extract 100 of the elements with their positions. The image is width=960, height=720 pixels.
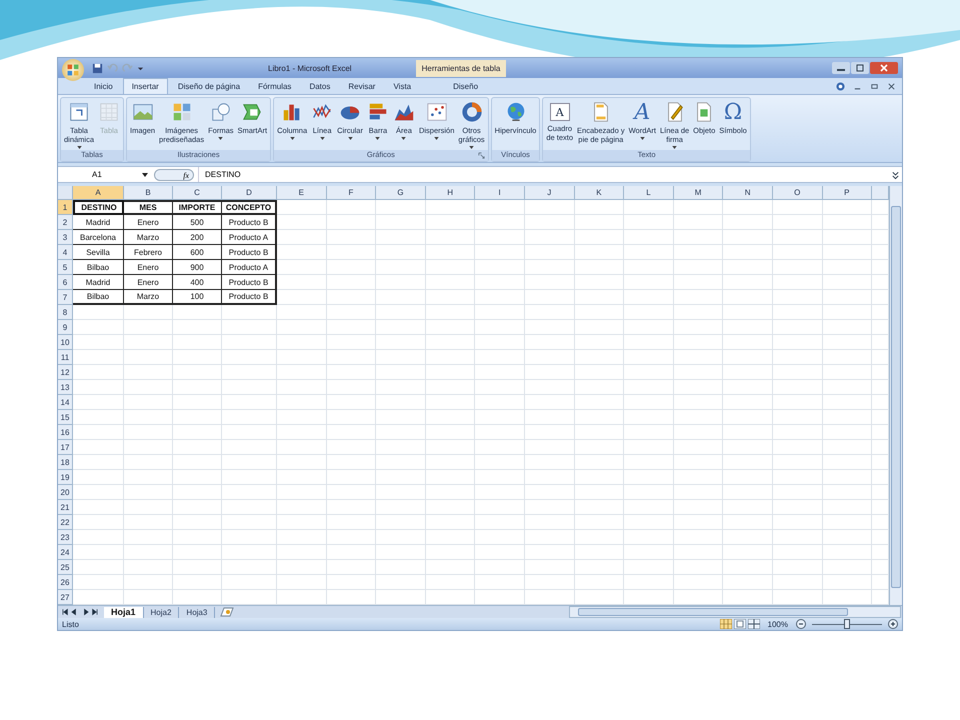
row-header[interactable]: 16 <box>58 425 73 440</box>
launcher-icon[interactable] <box>478 152 485 159</box>
minimize-icon[interactable] <box>832 62 850 74</box>
column-header[interactable]: F <box>326 186 376 200</box>
new-sheet-icon[interactable] <box>219 607 236 617</box>
ribbon-tab[interactable]: Diseño de página <box>170 79 248 94</box>
ribbon-tab[interactable]: Insertar <box>122 78 168 94</box>
scatter-chart-icon <box>426 101 448 123</box>
ribbon-tab[interactable]: Datos <box>301 79 338 94</box>
smartart-icon <box>241 101 264 123</box>
row-header[interactable]: 17 <box>58 440 73 455</box>
row-header[interactable]: 15 <box>58 410 73 425</box>
row-header[interactable]: 7 <box>58 290 73 305</box>
column-header[interactable]: C <box>173 186 222 200</box>
maximize-icon[interactable] <box>851 62 869 74</box>
ribbon-tab[interactable]: Inicio <box>86 79 121 94</box>
horizontal-scrollbar[interactable] <box>569 606 901 618</box>
row-header[interactable]: 9 <box>58 320 73 335</box>
row-header[interactable]: 8 <box>58 305 73 320</box>
slider-thumb[interactable] <box>844 619 850 629</box>
undo-icon[interactable] <box>107 62 118 74</box>
row-header[interactable]: 10 <box>58 335 73 350</box>
scroll-thumb[interactable] <box>891 206 901 588</box>
redo-icon[interactable] <box>122 62 133 74</box>
column-header[interactable]: G <box>376 186 426 200</box>
zoom-out-icon[interactable] <box>796 619 806 629</box>
caret-icon[interactable] <box>142 172 148 176</box>
row-header[interactable]: 4 <box>58 245 73 260</box>
column-header[interactable]: A <box>73 186 124 200</box>
context-title: Herramientas de tabla <box>416 60 506 76</box>
ribbon-tab[interactable]: Vista <box>385 79 420 94</box>
column-header[interactable]: D <box>222 186 277 200</box>
column-header[interactable]: J <box>524 186 575 200</box>
name-box[interactable]: A1 <box>58 170 136 179</box>
table-cell: Producto A <box>222 260 277 275</box>
table-cell: Bilbao <box>73 260 124 275</box>
row-header[interactable]: 6 <box>58 275 73 290</box>
normal-view-icon[interactable] <box>720 619 732 629</box>
row-header[interactable]: 14 <box>58 395 73 410</box>
column-header[interactable]: P <box>822 186 872 200</box>
window-title: Libro1 - Microsoft Excel <box>268 64 352 72</box>
column-header[interactable]: K <box>574 186 624 200</box>
close-icon[interactable] <box>887 82 896 90</box>
table-icon <box>98 101 120 123</box>
column-header[interactable]: N <box>723 186 773 200</box>
ribbon-tab[interactable]: Revisar <box>340 79 384 94</box>
table-cell: IMPORTE <box>173 200 222 215</box>
table-cell: Enero <box>124 260 173 275</box>
table-cell: Madrid <box>73 275 124 290</box>
row-header[interactable]: 3 <box>58 230 73 245</box>
sheet-tab[interactable]: Hoja1 <box>104 606 144 618</box>
row-header[interactable]: 11 <box>58 350 73 365</box>
restore-icon[interactable] <box>870 82 879 90</box>
function-button[interactable]: fx <box>154 168 194 180</box>
select-all-corner[interactable] <box>58 186 73 200</box>
column-header[interactable]: H <box>426 186 476 200</box>
zoom-in-icon[interactable] <box>888 619 898 629</box>
column-header[interactable]: L <box>624 186 674 200</box>
vertical-scrollbar[interactable] <box>889 186 902 605</box>
column-header[interactable]: E <box>277 186 327 200</box>
row-header[interactable]: 20 <box>58 485 73 500</box>
sheet-navigation-icon[interactable] <box>62 608 98 616</box>
row-header[interactable]: 21 <box>58 500 73 515</box>
scroll-thumb[interactable] <box>578 608 848 616</box>
table-cell: Producto B <box>222 290 277 305</box>
help-icon[interactable] <box>836 82 845 90</box>
row-header[interactable]: 13 <box>58 380 73 395</box>
row-header[interactable]: 2 <box>58 215 73 230</box>
row-header[interactable]: 19 <box>58 470 73 485</box>
table-cell: Madrid <box>73 215 124 230</box>
row-header[interactable]: 24 <box>58 545 73 560</box>
page-layout-icon[interactable] <box>734 619 746 629</box>
row-header[interactable]: 25 <box>58 560 73 575</box>
row-header[interactable]: 27 <box>58 590 73 605</box>
page-break-icon[interactable] <box>748 619 760 629</box>
table-cell: 400 <box>173 275 222 290</box>
status-text: Listo <box>62 620 79 628</box>
omega-icon: Ω <box>722 101 744 123</box>
row-header[interactable]: 12 <box>58 365 73 380</box>
formula-field[interactable]: DESTINO <box>198 167 891 182</box>
ribbon-tab[interactable]: Diseño <box>435 79 496 94</box>
table-cell: Enero <box>124 215 173 230</box>
caret-icon[interactable] <box>137 64 144 72</box>
row-header[interactable]: 26 <box>58 575 73 590</box>
column-header[interactable]: B <box>124 186 173 200</box>
column-header[interactable]: O <box>772 186 823 200</box>
table-cell: Marzo <box>124 230 173 245</box>
row-header[interactable]: 5 <box>58 260 73 275</box>
zoom-level[interactable]: 100% <box>768 620 788 628</box>
row-header[interactable]: 18 <box>58 455 73 470</box>
row-header[interactable]: 22 <box>58 515 73 530</box>
column-header[interactable]: I <box>475 186 525 200</box>
save-icon[interactable] <box>92 62 103 74</box>
office-button[interactable] <box>62 59 84 81</box>
close-icon[interactable] <box>870 62 898 74</box>
ribbon-tab[interactable]: Fórmulas <box>250 79 300 94</box>
row-header[interactable]: 23 <box>58 530 73 545</box>
row-header[interactable]: 1 <box>58 200 73 215</box>
column-header[interactable]: M <box>674 186 724 200</box>
table-cell: Febrero <box>124 245 173 260</box>
